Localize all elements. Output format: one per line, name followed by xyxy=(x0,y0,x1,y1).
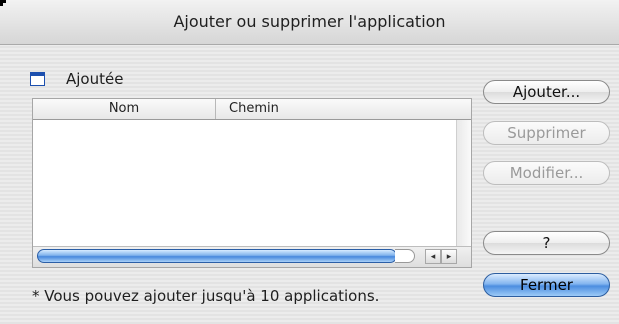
modify-button[interactable]: Modifier... xyxy=(483,161,610,185)
vertical-scrollbar[interactable] xyxy=(456,120,471,246)
window-title: Ajouter ou supprimer l'application xyxy=(173,12,446,31)
horizontal-scrollbar[interactable]: ◂ ▸ xyxy=(33,246,471,267)
window-icon xyxy=(30,72,45,86)
column-header-nom[interactable]: Nom xyxy=(33,99,216,119)
title-bar[interactable]: Ajouter ou supprimer l'application xyxy=(0,0,619,45)
help-button[interactable]: ? xyxy=(483,231,610,255)
close-button[interactable]: Fermer xyxy=(483,273,610,297)
column-header-chemin[interactable]: Chemin xyxy=(229,99,279,119)
section-label: Ajoutée xyxy=(66,70,124,88)
scrollbar-track-end xyxy=(395,249,415,263)
scrollbar-thumb[interactable] xyxy=(37,249,397,263)
add-button[interactable]: Ajouter... xyxy=(483,80,610,104)
table-header: Nom Chemin xyxy=(33,99,471,120)
resize-corner-icon xyxy=(0,0,6,6)
delete-button[interactable]: Supprimer xyxy=(483,121,610,145)
limit-note: * Vous pouvez ajouter jusqu'à 10 applica… xyxy=(32,287,380,305)
applications-table[interactable]: Nom Chemin ◂ ▸ xyxy=(32,98,472,268)
scroll-left-icon[interactable]: ◂ xyxy=(425,249,441,264)
scroll-right-icon[interactable]: ▸ xyxy=(441,249,457,264)
dialog-window: Ajouter ou supprimer l'application Ajout… xyxy=(0,0,619,324)
